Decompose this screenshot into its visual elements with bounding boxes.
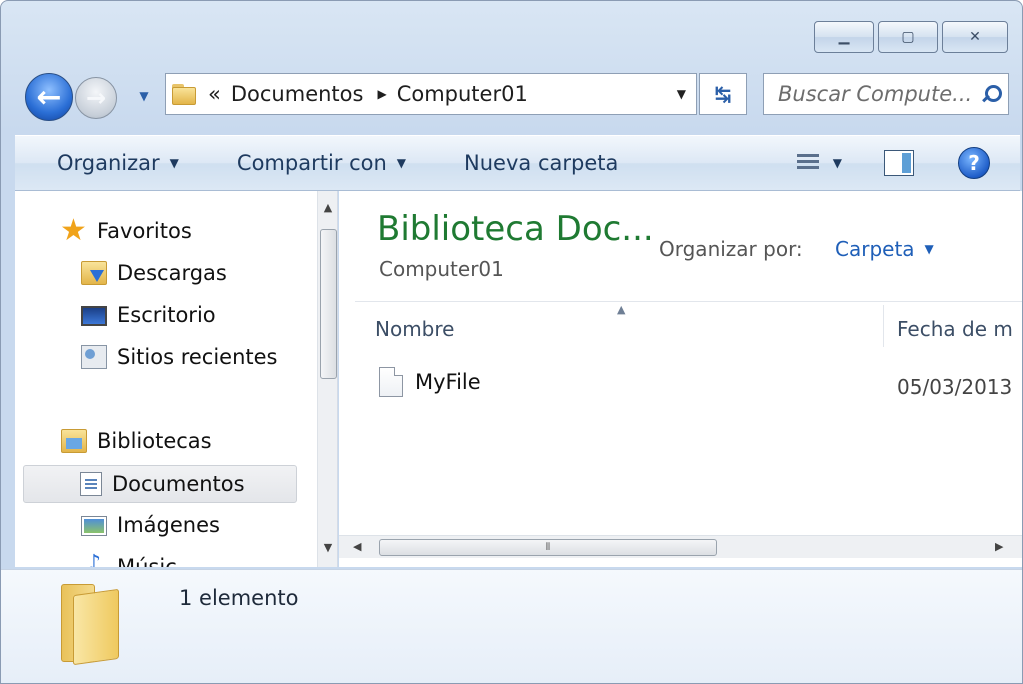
search-icon[interactable] (980, 84, 1002, 104)
breadcrumb-overflow[interactable]: « (208, 82, 221, 106)
organize-label: Organizar (57, 151, 160, 175)
nav-music[interactable]: Músic (81, 551, 177, 567)
nav-recent-label: Sitios recientes (117, 345, 278, 369)
new-folder-button[interactable]: Nueva carpeta (464, 151, 618, 175)
grip-icon: ⦀ (545, 542, 551, 553)
nav-downloads[interactable]: Descargas (81, 261, 227, 285)
nav-music-label: Músic (117, 555, 177, 567)
search-box[interactable]: Buscar Compute... (763, 73, 1009, 115)
nav-libraries[interactable]: Bibliotecas (61, 429, 212, 453)
refresh-icon: ↹ (714, 82, 732, 106)
library-title: Biblioteca Doc... (377, 209, 654, 249)
navigation-pane: Favoritos Descargas Escritorio Sitios re… (15, 191, 338, 567)
file-row[interactable]: MyFile (379, 367, 481, 397)
new-folder-label: Nueva carpeta (464, 151, 619, 175)
scroll-right-icon[interactable]: ▶ (995, 540, 1003, 553)
column-header-name[interactable]: Nombre (375, 317, 454, 341)
arrange-by-dropdown[interactable]: Carpeta ▼ (835, 237, 934, 261)
nav-desktop-label: Escritorio (117, 303, 216, 327)
sort-ascending-icon: ▲ (617, 303, 626, 316)
nav-scroll-thumb[interactable] (320, 229, 337, 379)
nav-desktop[interactable]: Escritorio (81, 303, 216, 327)
libraries-icon (61, 429, 87, 453)
view-options-dropdown-icon[interactable]: ▼ (833, 156, 842, 170)
file-date: 05/03/2013 (897, 375, 1013, 399)
share-menu[interactable]: Compartir con ▼ (237, 151, 406, 175)
recent-pages-dropdown[interactable]: ▼ (135, 87, 153, 105)
share-label: Compartir con (236, 151, 387, 175)
maximize-button[interactable]: ▢ (878, 21, 938, 53)
horizontal-scrollbar[interactable]: ◀ ⦀ ▶ (339, 535, 1022, 558)
nav-documents[interactable]: Documentos (23, 465, 297, 503)
scroll-up-icon[interactable]: ▲ (318, 201, 337, 214)
nav-downloads-label: Descargas (117, 261, 227, 285)
organize-menu[interactable]: Organizar ▼ (57, 151, 179, 175)
file-icon (379, 367, 403, 397)
column-header-date[interactable]: Fecha de m (897, 317, 1013, 341)
header-divider (355, 301, 1022, 302)
scroll-down-icon[interactable]: ▼ (318, 541, 337, 554)
refresh-button[interactable]: ↹ (699, 73, 747, 115)
search-input[interactable]: Buscar Compute... (778, 82, 972, 106)
recent-places-icon (81, 345, 107, 369)
nav-vertical-scrollbar[interactable]: ▲ ▼ (317, 191, 337, 567)
explorer-window: ▁ ▢ ✕ ← → ▼ « Documentos ▶ Computer01 ▼ … (0, 0, 1023, 684)
forward-button[interactable]: → (75, 77, 117, 119)
chevron-down-icon: ▼ (396, 156, 407, 170)
documents-icon (80, 472, 102, 496)
nav-favorites[interactable]: Favoritos (60, 213, 192, 248)
images-icon (81, 516, 107, 536)
back-arrow-icon: ← (36, 79, 62, 115)
change-view-icon[interactable] (796, 154, 819, 172)
library-subtitle: Computer01 (379, 257, 504, 281)
back-button[interactable]: ← (25, 73, 73, 121)
nav-images[interactable]: Imágenes (81, 513, 220, 537)
file-name: MyFile (415, 370, 481, 394)
folder-icon (172, 82, 198, 106)
nav-documents-label: Documentos (112, 472, 245, 496)
music-icon (81, 551, 107, 567)
column-divider[interactable] (883, 305, 884, 347)
horizontal-scroll-thumb[interactable]: ⦀ (379, 539, 717, 556)
nav-favorites-label: Favoritos (97, 219, 192, 243)
nav-libraries-label: Bibliotecas (97, 429, 212, 453)
close-button[interactable]: ✕ (942, 21, 1008, 53)
chevron-down-icon: ▼ (169, 156, 179, 170)
breadcrumb-separator-icon[interactable]: ▶ (377, 87, 386, 101)
chevron-down-icon: ▼ (139, 89, 149, 103)
preview-pane-icon[interactable] (884, 150, 914, 176)
help-icon[interactable]: ? (958, 147, 990, 179)
minimize-button[interactable]: ▁ (814, 21, 874, 53)
breadcrumb-documentos[interactable]: Documentos (231, 82, 364, 106)
large-folder-icon (61, 584, 121, 666)
desktop-icon (81, 306, 107, 326)
file-list-pane: Biblioteca Doc... Computer01 Organizar p… (339, 191, 1022, 567)
item-count: 1 elemento (179, 586, 299, 610)
address-bar[interactable]: « Documentos ▶ Computer01 ▼ (165, 73, 697, 115)
breadcrumb-computer01[interactable]: Computer01 (397, 82, 528, 106)
nav-images-label: Imágenes (117, 513, 220, 537)
address-dropdown-icon[interactable]: ▼ (677, 87, 686, 101)
view-tools: ▼ ? (796, 136, 1020, 190)
command-bar: Organizar ▼ Compartir con ▼ Nueva carpet… (15, 135, 1020, 191)
arrange-by-label: Organizar por: (659, 237, 803, 261)
nav-recent-places[interactable]: Sitios recientes (81, 345, 278, 369)
arrange-by-value: Carpeta (835, 237, 915, 261)
star-icon (60, 213, 87, 248)
downloads-folder-icon (81, 261, 107, 285)
chevron-down-icon: ▼ (924, 242, 934, 256)
caption-buttons: ▁ ▢ ✕ (814, 21, 1008, 53)
scroll-left-icon[interactable]: ◀ (353, 540, 361, 553)
details-pane: 1 elemento (1, 569, 1022, 683)
forward-arrow-icon: → (85, 84, 107, 112)
